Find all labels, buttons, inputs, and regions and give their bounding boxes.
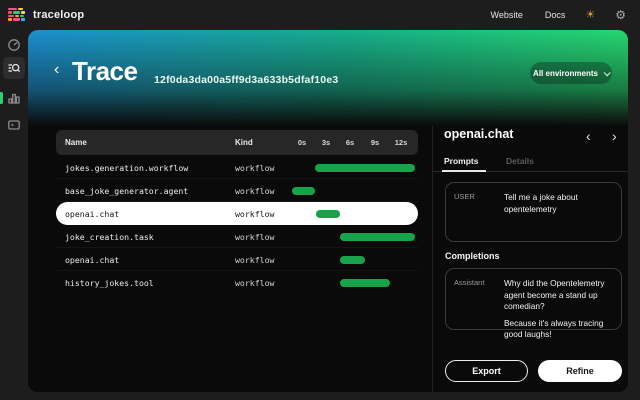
table-row[interactable]: jokes.generation.workflow workflow [56,156,418,179]
back-chevron-icon[interactable]: ‹ [54,62,59,78]
span-kind: workflow [235,186,274,196]
span-kind: workflow [235,278,274,288]
refine-button[interactable]: Refine [538,360,622,382]
terminal-icon [7,118,21,132]
trace-id: 12f0da3da00a5ff9d3a633b5dfaf10e3 [154,74,338,86]
gauge-icon [7,38,21,52]
sidebar-item-sessions[interactable] [3,114,25,136]
span-name: openai.chat [65,209,119,219]
duration-bar [340,256,365,264]
table-row[interactable]: openai.chat workflow [56,248,418,271]
tab-details[interactable]: Details [506,156,534,166]
prompt-role-label: USER [454,192,496,233]
website-link[interactable]: Website [490,10,522,20]
main-content-card: ‹ Trace 12f0da3da00a5ff9d3a633b5dfaf10e3… [28,30,628,392]
environments-dropdown[interactable]: All environments [530,62,612,84]
settings-gear-icon[interactable]: ⚙ [615,9,626,21]
time-tick: 9s [363,138,387,147]
prompt-text: Tell me a joke about opentelemetry [504,192,613,233]
column-header-kind: Kind [235,138,253,147]
traceloop-logo-icon [8,8,26,23]
duration-bar [340,279,390,287]
page-title: Trace [72,56,137,87]
table-header: Name Kind 0s 3s 6s 9s 12s [56,130,418,155]
span-kind: workflow [235,232,274,242]
table-row-selected[interactable]: openai.chat workflow [56,202,418,225]
span-table-body: jokes.generation.workflow workflow base_… [56,156,418,294]
sidebar-item-analytics[interactable] [3,87,25,109]
bar-chart-icon [7,91,21,105]
sidebar-nav [0,30,28,400]
chevron-down-icon [604,69,611,76]
prev-span-chevron-icon[interactable]: ‹ [586,128,591,144]
top-bar: traceloop Website Docs ☀ ⚙ [0,0,640,30]
span-name: history_jokes.tool [65,278,154,288]
span-name: openai.chat [65,255,119,265]
span-kind: workflow [235,163,274,173]
completion-paragraph: Because it's always tracing good laughs! [504,318,613,341]
span-kind: workflow [235,255,274,265]
sidebar-item-traces[interactable] [3,57,25,79]
table-row[interactable]: base_joke_generator.agent workflow [56,179,418,202]
assistant-completion-box: Assistant Why did the Opentelemetry agen… [445,268,622,330]
trace-search-icon [7,61,21,75]
export-button[interactable]: Export [445,360,528,382]
table-row[interactable]: joke_creation.task workflow [56,225,418,248]
completion-paragraph: Why did the Opentelemetry agent become a… [504,278,613,313]
docs-link[interactable]: Docs [545,10,566,20]
sidebar-item-dashboard[interactable] [3,34,25,56]
span-name: joke_creation.task [65,232,154,242]
panel-divider [432,126,433,392]
span-kind: workflow [235,209,274,219]
brand-name: traceloop [33,9,84,21]
trace-header: ‹ Trace 12f0da3da00a5ff9d3a633b5dfaf10e3… [28,30,628,126]
environments-dropdown-label: All environments [533,69,598,78]
duration-bar [340,233,415,241]
tab-prompts[interactable]: Prompts [444,156,478,166]
user-prompt-box: USER Tell me a joke about opentelemetry [445,182,622,242]
next-span-chevron-icon[interactable]: › [612,128,617,144]
table-row[interactable]: history_jokes.tool workflow [56,271,418,294]
completion-role-label: Assistant [454,278,496,321]
time-tick: 3s [314,138,338,147]
column-header-name: Name [65,138,87,147]
detail-span-title: openai.chat [444,127,513,141]
time-tick: 6s [338,138,362,147]
span-name: jokes.generation.workflow [65,163,188,173]
duration-bar [292,187,315,195]
time-tick: 12s [389,138,413,147]
duration-bar [316,210,340,218]
span-name: base_joke_generator.agent [65,186,188,196]
duration-bar [315,164,415,172]
completions-label: Completions [445,251,500,261]
completion-text: Why did the Opentelemetry agent become a… [504,278,613,321]
theme-toggle-sun-icon[interactable]: ☀ [585,10,595,21]
time-tick: 0s [290,138,314,147]
